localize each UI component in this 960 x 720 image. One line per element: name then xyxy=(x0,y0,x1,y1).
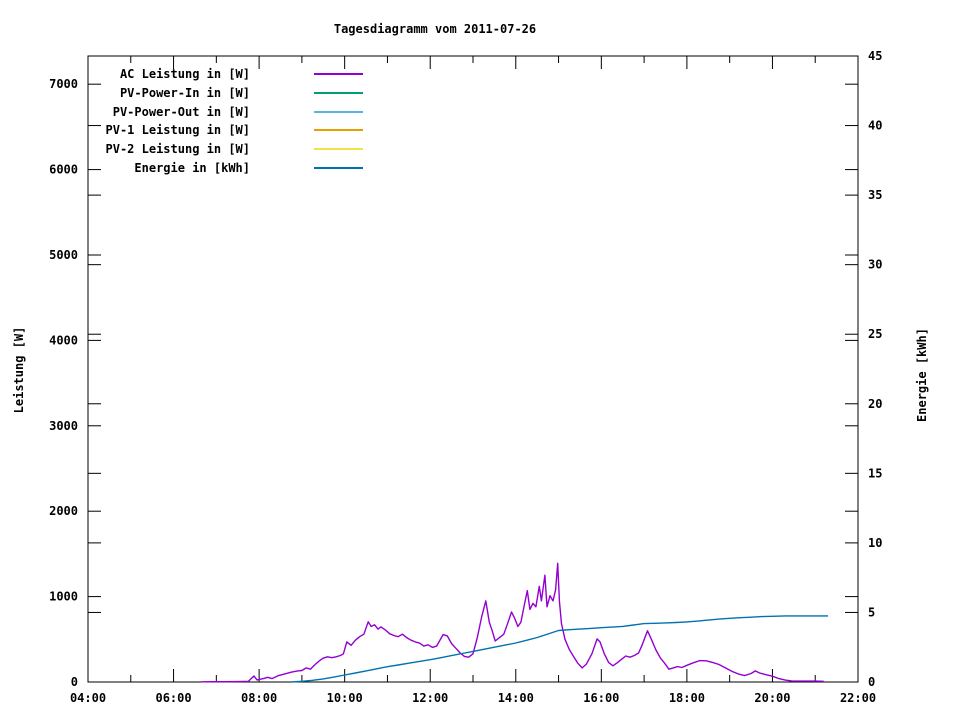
tick-label: 14:00 xyxy=(498,691,534,705)
tick-label: 15 xyxy=(868,466,882,480)
legend-row: Energie in [kWh] xyxy=(90,158,363,177)
legend-label: PV-Power-Out in [W] xyxy=(112,104,250,119)
legend-label: PV-Power-In in [W] xyxy=(119,86,250,101)
tick-label: 10 xyxy=(868,536,882,550)
tick-label: 22:00 xyxy=(840,691,876,705)
legend-row: AC Leistung in [W] xyxy=(90,65,363,84)
tick-label: 20 xyxy=(868,397,882,411)
tick-label: 20:00 xyxy=(754,691,790,705)
tick-label: 04:00 xyxy=(70,691,106,705)
legend-line-sample xyxy=(314,166,363,169)
tick-label: 6000 xyxy=(49,163,78,177)
tick-label: 18:00 xyxy=(669,691,705,705)
tick-label: 40 xyxy=(868,119,882,133)
tick-label: 5000 xyxy=(49,248,78,262)
tick-label: 10:00 xyxy=(327,691,363,705)
tick-label: 4000 xyxy=(49,333,78,347)
legend-line-sample xyxy=(314,73,363,76)
legend-label: AC Leistung in [W] xyxy=(119,67,250,82)
legend-row: PV-2 Leistung in [W] xyxy=(90,140,363,159)
legend-label: PV-2 Leistung in [W] xyxy=(105,142,251,157)
tick-label: 25 xyxy=(868,327,882,341)
tick-label: 06:00 xyxy=(155,691,191,705)
tick-label: 0 xyxy=(868,675,875,689)
tick-label: 7000 xyxy=(49,77,78,91)
tick-label: 1000 xyxy=(49,590,78,604)
series-line-0 xyxy=(201,562,824,683)
tick-label: 45 xyxy=(868,49,882,63)
tick-label: 0 xyxy=(71,675,78,689)
tick-label: 30 xyxy=(868,258,882,272)
legend-label: Energie in [kWh] xyxy=(134,160,250,175)
legend-label: PV-1 Leistung in [W] xyxy=(105,123,251,138)
tick-label: 16:00 xyxy=(583,691,619,705)
tick-label: 2000 xyxy=(49,504,78,518)
tick-label: 12:00 xyxy=(412,691,448,705)
legend-row: PV-Power-Out in [W] xyxy=(90,102,363,121)
tick-label: 5 xyxy=(868,605,875,619)
gnuplot-chart-image: Tagesdiagramm vom 2011-07-26 Leistung [W… xyxy=(0,0,960,720)
legend-line-sample xyxy=(314,148,363,151)
legend-line-sample xyxy=(314,129,363,132)
legend: AC Leistung in [W] PV-Power-In in [W] PV… xyxy=(90,65,363,177)
tick-label: 3000 xyxy=(49,419,78,433)
legend-row: PV-Power-In in [W] xyxy=(90,84,363,103)
legend-line-sample xyxy=(314,110,363,113)
legend-line-sample xyxy=(314,92,363,95)
legend-row: PV-1 Leistung in [W] xyxy=(90,121,363,140)
tick-label: 08:00 xyxy=(241,691,277,705)
tick-label: 35 xyxy=(868,188,882,202)
